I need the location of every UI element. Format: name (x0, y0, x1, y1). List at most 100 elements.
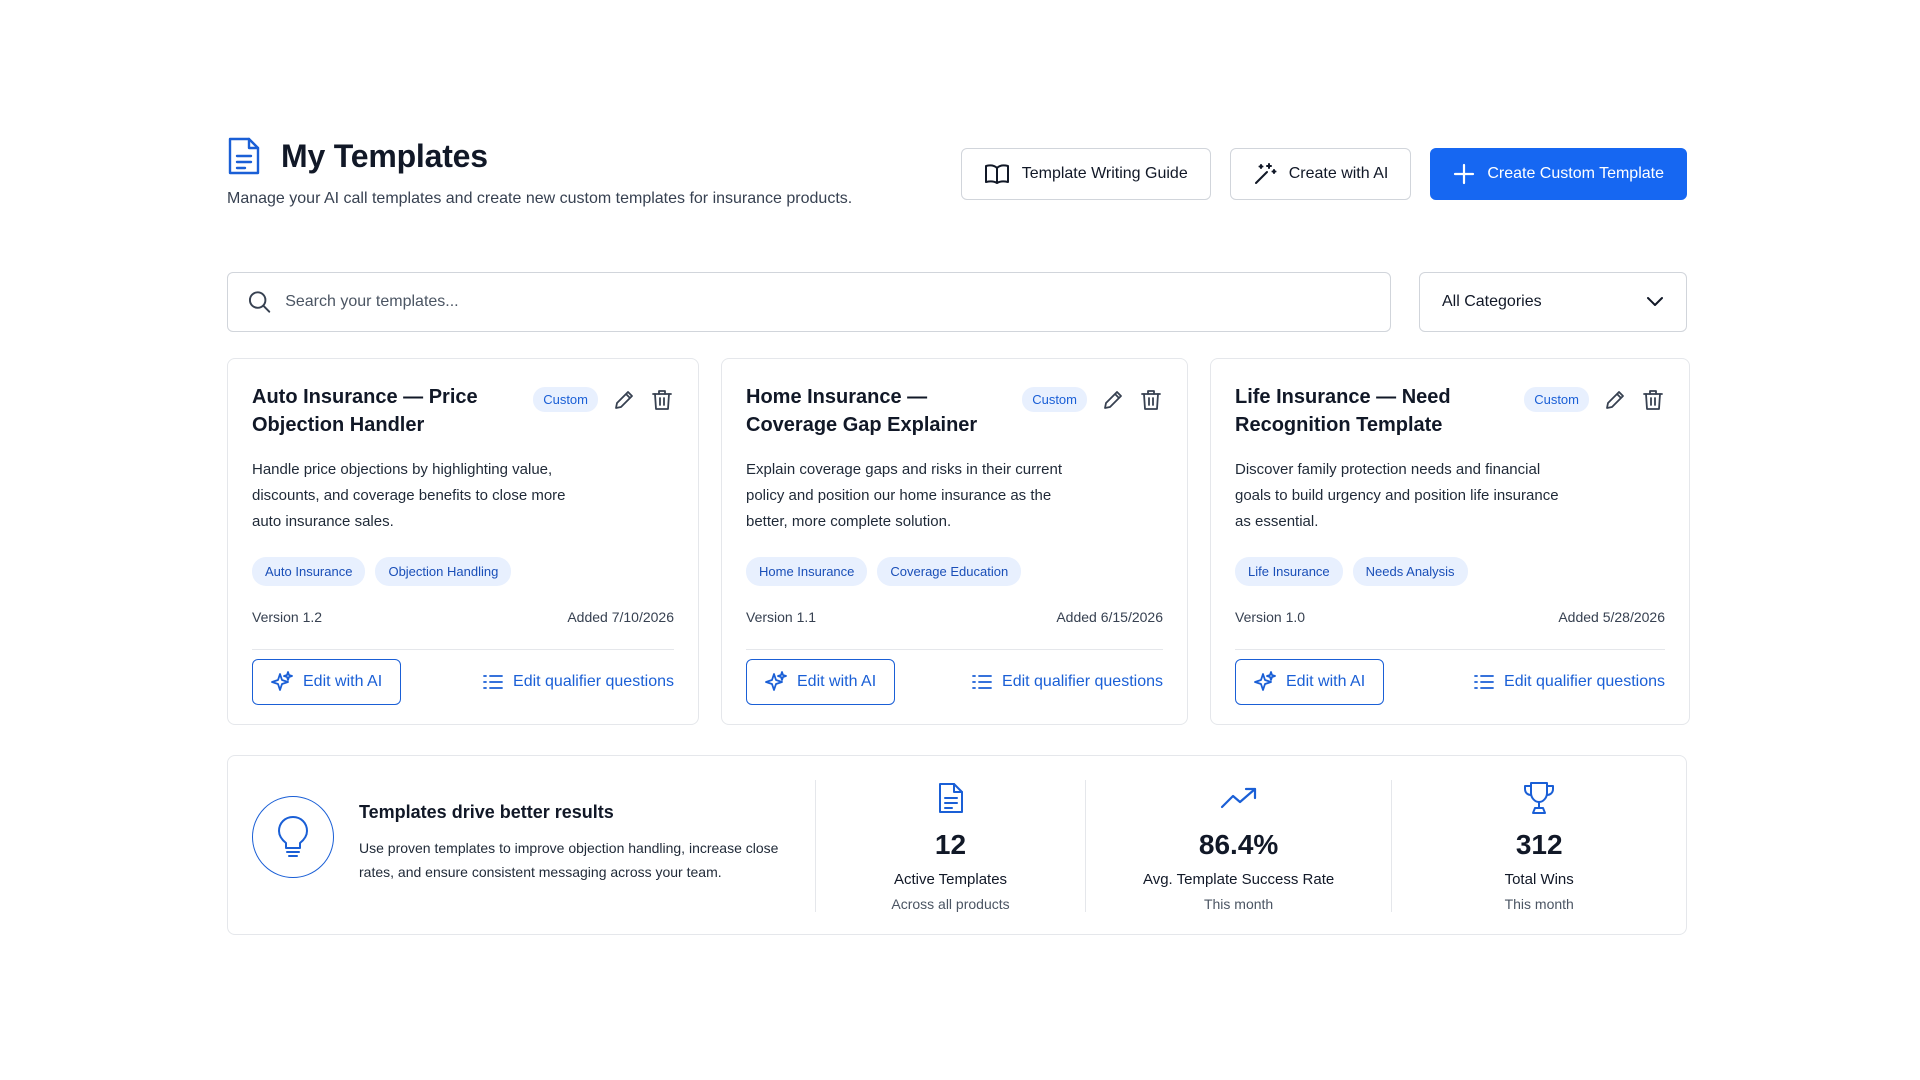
card-version: Version 1.1 (746, 609, 817, 625)
list-icon (483, 675, 503, 689)
lightbulb-icon (278, 816, 308, 857)
edit-with-ai-button[interactable]: Edit with AI (1235, 659, 1385, 705)
card-version: Version 1.2 (252, 609, 323, 625)
document-icon (228, 137, 260, 175)
stat-sublabel: This month (1203, 896, 1274, 912)
card-title: Auto Insurance — Price Objection Handler (252, 386, 478, 436)
plus-icon (1454, 163, 1475, 185)
list-icon (972, 675, 992, 689)
page-subtitle: Manage your AI call templates and create… (227, 190, 853, 207)
card-tags: Life Insurance Needs Analysis (1235, 557, 1665, 586)
promo-section: Templates drive better results Use prove… (228, 756, 815, 934)
custom-badge: Custom (533, 387, 598, 412)
stats-panel: Templates drive better results Use prove… (227, 755, 1687, 935)
card-added-date: Added 5/28/2026 (1558, 609, 1665, 625)
template-card: Life Insurance — Need Recognition Templa… (1210, 358, 1690, 725)
sparkle-icon (271, 671, 293, 691)
card-divider (746, 649, 1163, 650)
card-description: Explain coverage gaps and risks in their… (746, 461, 1062, 530)
trending-up-icon (1220, 787, 1256, 808)
stat-label: Avg. Template Success Rate (1142, 871, 1335, 888)
search-row: All Categories (227, 272, 1687, 332)
title-row: My Templates (227, 136, 488, 176)
card-description: Handle price objections by highlighting … (252, 461, 566, 530)
tag[interactable]: Objection Handling (375, 557, 512, 586)
tag[interactable]: Life Insurance (1235, 557, 1343, 586)
edit-icon[interactable] (612, 388, 636, 412)
trash-icon[interactable] (650, 388, 674, 412)
custom-badge: Custom (1022, 387, 1087, 412)
create-custom-template-button[interactable]: Create Custom Template (1430, 148, 1687, 200)
template-writing-guide-label: Template Writing Guide (1021, 165, 1188, 182)
card-divider (1235, 649, 1665, 650)
sparkle-icon (1254, 671, 1276, 691)
page-title: My Templates (281, 137, 488, 174)
sparkle-icon (765, 671, 787, 691)
promo-title: Templates drive better results (359, 802, 614, 822)
stat-sublabel: This month (1504, 896, 1574, 912)
stat-value: 86.4% (1198, 829, 1279, 860)
card-title: Home Insurance — Coverage Gap Explainer (746, 386, 978, 436)
tag[interactable]: Auto Insurance (252, 557, 366, 586)
category-select[interactable]: All Categories (1419, 272, 1687, 332)
tag[interactable]: Home Insurance (746, 557, 868, 586)
template-card: Home Insurance — Coverage Gap Explainer … (721, 358, 1188, 725)
edit-qualifier-questions-label: Edit qualifier questions (513, 673, 674, 690)
create-with-ai-label: Create with AI (1288, 165, 1389, 182)
page-header: My Templates Manage your AI call templat… (227, 130, 1687, 226)
card-meta: Version 1.0 Added 5/28/2026 (1235, 609, 1665, 625)
edit-qualifier-questions-label: Edit qualifier questions (1504, 673, 1665, 690)
promo-text: Use proven templates to improve objectio… (359, 840, 779, 880)
edit-with-ai-label: Edit with AI (303, 673, 383, 690)
document-icon (938, 782, 963, 813)
category-select-value: All Categories (1442, 293, 1542, 310)
edit-qualifier-questions-label: Edit qualifier questions (1002, 673, 1163, 690)
stat-value: 12 (934, 829, 967, 860)
search-box[interactable] (227, 272, 1391, 332)
stat-value: 312 (1515, 829, 1563, 860)
trophy-icon (1524, 781, 1555, 814)
edit-with-ai-label: Edit with AI (797, 673, 877, 690)
search-input[interactable] (285, 293, 1370, 311)
card-meta: Version 1.2 Added 7/10/2026 (252, 609, 674, 625)
stat-active-templates: 12 Active Templates Across all products (815, 780, 1085, 912)
stat-sublabel: Across all products (891, 896, 1010, 912)
card-added-date: Added 7/10/2026 (567, 609, 674, 625)
card-version: Version 1.0 (1235, 609, 1306, 625)
edit-icon[interactable] (1603, 388, 1627, 412)
edit-with-ai-button[interactable]: Edit with AI (252, 659, 402, 705)
edit-icon[interactable] (1101, 388, 1125, 412)
card-title: Life Insurance — Need Recognition Templa… (1235, 386, 1451, 436)
custom-badge: Custom (1524, 387, 1589, 412)
trash-icon[interactable] (1641, 388, 1665, 412)
edit-qualifier-questions-link[interactable]: Edit qualifier questions (483, 673, 674, 691)
tag[interactable]: Coverage Education (877, 557, 1022, 586)
lightbulb-badge (252, 796, 334, 878)
stat-label: Total Wins (1504, 871, 1574, 888)
create-custom-template-label: Create Custom Template (1487, 165, 1664, 182)
stat-total-wins: 312 Total Wins This month (1391, 780, 1686, 912)
edit-with-ai-label: Edit with AI (1286, 673, 1366, 690)
template-card: Auto Insurance — Price Objection Handler… (227, 358, 699, 725)
search-icon (248, 291, 271, 313)
card-description: Discover family protection needs and fin… (1235, 461, 1559, 530)
book-open-icon (984, 164, 1009, 184)
card-tags: Auto Insurance Objection Handling (252, 557, 674, 586)
tag[interactable]: Needs Analysis (1352, 557, 1468, 586)
edit-qualifier-questions-link[interactable]: Edit qualifier questions (1474, 673, 1665, 691)
edit-with-ai-button[interactable]: Edit with AI (746, 659, 896, 705)
list-icon (1474, 675, 1494, 689)
card-added-date: Added 6/15/2026 (1056, 609, 1163, 625)
template-writing-guide-button[interactable]: Template Writing Guide (960, 148, 1211, 200)
stat-label: Active Templates (893, 871, 1008, 888)
chevron-down-icon (1647, 297, 1663, 306)
header-actions: Template Writing Guide Create with AI Cr… (960, 148, 1687, 200)
template-cards: Auto Insurance — Price Objection Handler… (227, 358, 1690, 725)
card-meta: Version 1.1 Added 6/15/2026 (746, 609, 1163, 625)
edit-qualifier-questions-link[interactable]: Edit qualifier questions (972, 673, 1163, 691)
magic-wand-icon (1254, 163, 1277, 184)
trash-icon[interactable] (1139, 388, 1163, 412)
card-divider (252, 649, 674, 650)
create-with-ai-button[interactable]: Create with AI (1229, 148, 1412, 200)
card-tags: Home Insurance Coverage Education (746, 557, 1163, 586)
